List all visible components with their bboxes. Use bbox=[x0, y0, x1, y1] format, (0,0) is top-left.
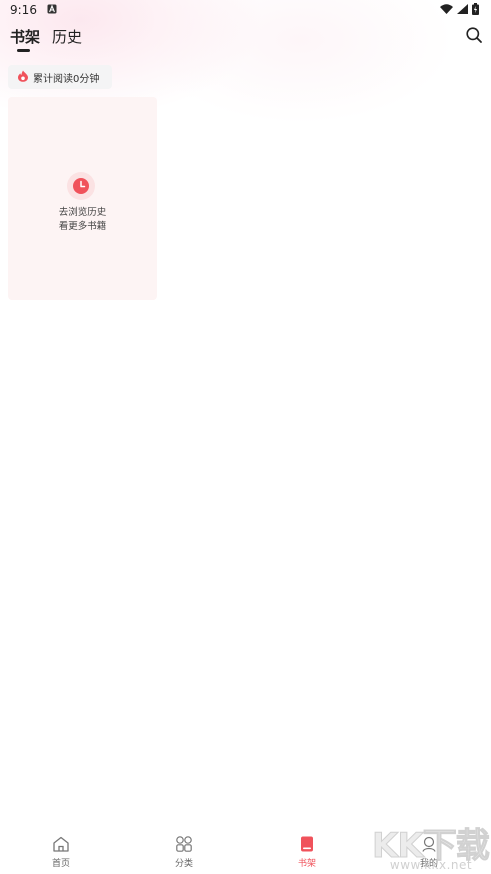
battery-icon bbox=[472, 2, 479, 18]
nav-label-category: 分类 bbox=[174, 859, 193, 869]
status-bar-left: 9:16 bbox=[10, 3, 57, 17]
bookshelf-icon bbox=[299, 836, 315, 855]
nav-label-home: 首页 bbox=[51, 859, 70, 869]
status-bar: 9:16 bbox=[0, 0, 491, 20]
empty-shelf-card[interactable]: 去浏览历史 看更多书籍 bbox=[8, 97, 157, 300]
clock-icon bbox=[67, 172, 95, 200]
empty-card-line-1: 去浏览历史 bbox=[58, 207, 107, 218]
nav-label-bookshelf: 书架 bbox=[297, 859, 316, 869]
watermark: KK下载 www.kkx.net bbox=[372, 818, 491, 874]
category-grid-icon bbox=[176, 836, 192, 855]
nav-item-home[interactable]: 首页 bbox=[31, 836, 91, 869]
wifi-icon bbox=[440, 3, 453, 17]
home-icon bbox=[52, 836, 70, 855]
flame-icon bbox=[17, 70, 29, 85]
reading-time-chip: 累计阅读0分钟 bbox=[8, 65, 112, 89]
active-tab-indicator bbox=[17, 49, 30, 52]
nav-item-bookshelf[interactable]: 书架 bbox=[277, 836, 337, 869]
status-time: 9:16 bbox=[10, 3, 37, 17]
signal-icon bbox=[457, 3, 468, 17]
nav-item-category[interactable]: 分类 bbox=[154, 836, 214, 869]
status-bar-right bbox=[440, 2, 479, 18]
tab-bookshelf[interactable]: 书架 bbox=[10, 26, 40, 47]
reading-time-text: 累计阅读0分钟 bbox=[33, 73, 100, 85]
font-a-icon bbox=[47, 3, 57, 17]
tab-history[interactable]: 历史 bbox=[52, 26, 82, 47]
search-icon[interactable] bbox=[465, 26, 483, 44]
empty-card-line-2: 看更多书籍 bbox=[58, 221, 107, 232]
top-tab-bar: 书架 历史 bbox=[0, 26, 491, 54]
watermark-url: www.kkx.net bbox=[389, 858, 473, 872]
